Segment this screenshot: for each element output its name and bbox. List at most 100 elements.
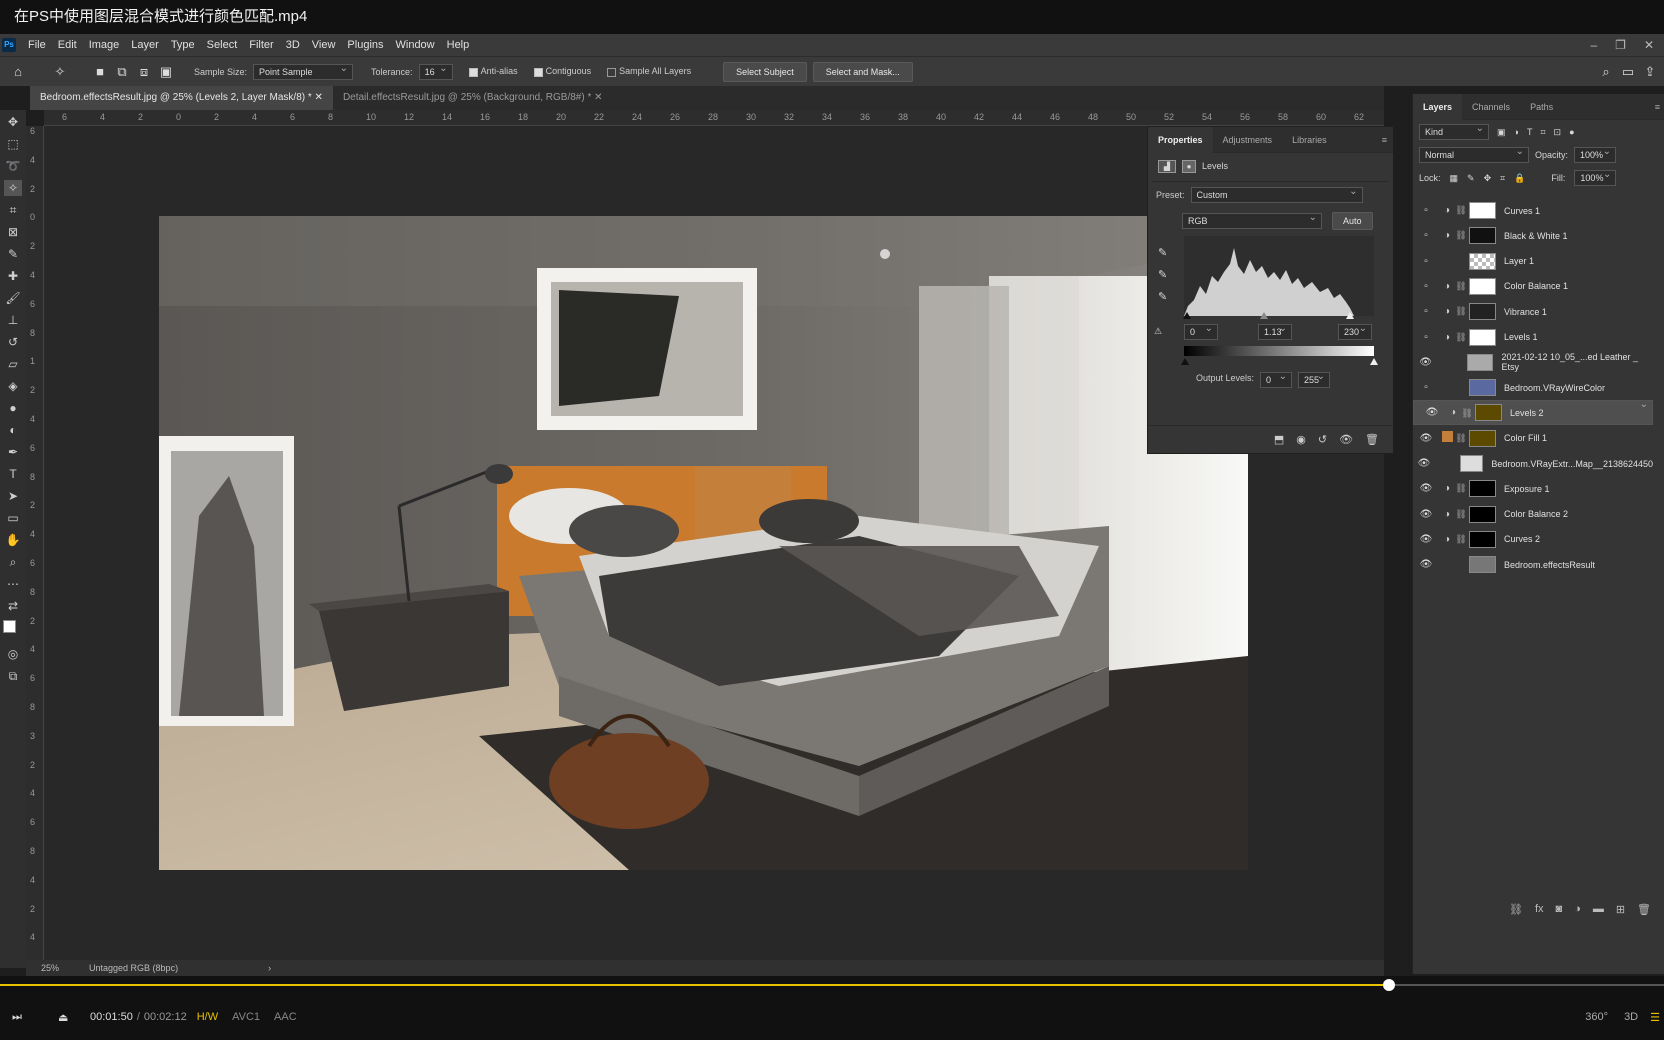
tab-adjustments[interactable]: Adjustments bbox=[1213, 127, 1283, 153]
share-icon[interactable]: ⇪ bbox=[1642, 64, 1658, 80]
mask-link-icon[interactable]: ⛓ bbox=[1455, 534, 1467, 545]
menu-type[interactable]: Type bbox=[165, 39, 201, 51]
layer-row[interactable]: ▫ ◑ ⛓ Levels 1 bbox=[1413, 325, 1653, 350]
seek-progress[interactable] bbox=[0, 984, 1390, 986]
foreground-color[interactable] bbox=[3, 620, 16, 633]
filter-smart-icon[interactable]: ⊡ bbox=[1554, 127, 1562, 138]
new-group-icon[interactable]: ▬ bbox=[1593, 903, 1604, 915]
output-black-field[interactable]: 0 bbox=[1260, 370, 1292, 388]
layer-row[interactable]: 👁 Bedroom.effectsResult bbox=[1413, 552, 1653, 577]
layers-menu-icon[interactable]: ≡ bbox=[1655, 102, 1660, 112]
marquee-tool-icon[interactable]: ⬚ bbox=[4, 136, 22, 152]
output-white-slider[interactable] bbox=[1370, 358, 1378, 365]
chevron-right-icon[interactable]: › bbox=[268, 963, 271, 973]
layer-row[interactable]: 👁 Bedroom.VRayExtr...Map__2138624450 bbox=[1413, 451, 1653, 476]
new-selection-icon[interactable]: ■ bbox=[92, 64, 108, 80]
play-next-icon[interactable]: ⏭ bbox=[12, 1011, 32, 1024]
auto-button[interactable]: Auto bbox=[1332, 212, 1373, 230]
minimize-icon[interactable]: – bbox=[1590, 38, 1597, 52]
layer-row[interactable]: 👁 ⛓ Color Fill 1 bbox=[1413, 426, 1653, 451]
paint-bucket-icon[interactable]: ◈ bbox=[4, 378, 22, 394]
link-layers-icon[interactable]: ⛓ bbox=[1509, 903, 1523, 916]
layer-row[interactable]: 👁 2021-02-12 10_05_...ed Leather _ Etsy bbox=[1413, 350, 1653, 375]
delete-icon[interactable]: 🗑 bbox=[1365, 433, 1379, 446]
layer-name[interactable]: Bedroom.VRayWireColor bbox=[1504, 383, 1605, 393]
lasso-tool-icon[interactable]: ➰ bbox=[4, 158, 22, 174]
filter-type-icon[interactable]: T bbox=[1527, 127, 1533, 137]
eye-hidden-icon[interactable]: ▫ bbox=[1413, 306, 1439, 317]
layer-name[interactable]: Bedroom.VRayExtr...Map__2138624450 bbox=[1491, 459, 1653, 469]
document-image[interactable] bbox=[159, 216, 1248, 870]
eye-icon[interactable]: 👁 bbox=[1413, 509, 1439, 520]
menu-help[interactable]: Help bbox=[441, 39, 476, 51]
mask-link-icon[interactable]: ⛓ bbox=[1455, 205, 1467, 216]
reset-icon[interactable]: ↺ bbox=[1318, 433, 1327, 446]
eraser-icon[interactable]: ▱ bbox=[4, 356, 22, 372]
eye-icon[interactable]: 👁 bbox=[1413, 534, 1439, 545]
color-swatches[interactable] bbox=[3, 620, 23, 640]
lock-artboard-icon[interactable]: ⌗ bbox=[1500, 173, 1505, 184]
history-brush-icon[interactable]: ↺ bbox=[4, 334, 22, 350]
input-white-slider[interactable] bbox=[1346, 312, 1354, 319]
brush-tool-icon[interactable]: 🖌 bbox=[4, 290, 22, 306]
add-mask-icon[interactable]: ◙ bbox=[1556, 903, 1563, 915]
lock-all-icon[interactable]: 🔒 bbox=[1514, 173, 1525, 184]
sample-all-layers-checkbox[interactable]: Sample All Layers bbox=[607, 66, 691, 77]
restore-icon[interactable]: ❐ bbox=[1615, 38, 1626, 52]
eye-hidden-icon[interactable]: ▫ bbox=[1413, 230, 1439, 241]
clip-to-layer-icon[interactable]: ⬒ bbox=[1274, 433, 1284, 446]
layer-name[interactable]: Curves 2 bbox=[1504, 534, 1540, 544]
visibility-icon[interactable]: 👁 bbox=[1339, 433, 1353, 446]
select-and-mask-button[interactable]: Select and Mask... bbox=[812, 61, 913, 82]
layer-row[interactable]: ▫ ◑ ⛓ Color Balance 1 bbox=[1413, 274, 1653, 299]
menu-plugins[interactable]: Plugins bbox=[341, 39, 389, 51]
tab-channels[interactable]: Channels bbox=[1462, 94, 1520, 120]
mask-link-icon[interactable]: ⛓ bbox=[1455, 306, 1467, 317]
contiguous-checkbox[interactable]: Contiguous bbox=[533, 66, 591, 77]
eye-icon[interactable]: 👁 bbox=[1413, 433, 1439, 444]
mask-link-icon[interactable]: ⛓ bbox=[1455, 230, 1467, 241]
channel-select[interactable]: RGB bbox=[1182, 211, 1322, 229]
pen-tool-icon[interactable]: ✒ bbox=[4, 444, 22, 460]
eye-hidden-icon[interactable]: ▫ bbox=[1413, 332, 1439, 343]
tab-libraries[interactable]: Libraries bbox=[1282, 127, 1337, 153]
type-tool-icon[interactable]: T bbox=[4, 466, 22, 482]
layer-row[interactable]: 👁 ◑ ⛓ Curves 2 bbox=[1413, 527, 1653, 552]
close-tab-icon[interactable]: ✕ bbox=[315, 92, 323, 103]
seek-track[interactable] bbox=[1389, 984, 1664, 986]
mask-link-icon[interactable]: ⛓ bbox=[1455, 281, 1467, 292]
layer-row[interactable]: 👁 ◑ ⛓ Color Balance 2 bbox=[1413, 502, 1653, 527]
filter-pixel-icon[interactable]: ▣ bbox=[1497, 127, 1506, 138]
mask-link-icon[interactable]: ⛓ bbox=[1455, 332, 1467, 343]
input-gamma-field[interactable]: 1.13 bbox=[1258, 322, 1292, 340]
eye-icon[interactable]: 👁 bbox=[1419, 406, 1445, 420]
eye-hidden-icon[interactable]: ▫ bbox=[1413, 281, 1439, 292]
tab-layers[interactable]: Layers bbox=[1413, 93, 1463, 120]
blend-mode-select[interactable]: Normal bbox=[1419, 145, 1529, 163]
menu-window[interactable]: Window bbox=[390, 39, 441, 51]
layer-name[interactable]: Levels 2 bbox=[1510, 406, 1544, 420]
layer-name[interactable]: Vibrance 1 bbox=[1504, 307, 1547, 317]
layer-row[interactable]: 👁 ◑ ⛓ Exposure 1 bbox=[1413, 476, 1653, 501]
layer-name[interactable]: Curves 1 bbox=[1504, 206, 1540, 216]
lock-position-icon[interactable]: ✥ bbox=[1484, 173, 1492, 184]
layer-name[interactable]: Layer 1 bbox=[1504, 256, 1534, 266]
panel-menu-icon[interactable]: ≡ bbox=[1382, 135, 1387, 145]
layer-thumbnail[interactable] bbox=[1460, 455, 1484, 472]
layer-name[interactable]: Levels 1 bbox=[1504, 332, 1538, 342]
menu-layer[interactable]: Layer bbox=[125, 39, 165, 51]
hand-tool-icon[interactable]: ✋ bbox=[4, 532, 22, 548]
3d-button[interactable]: 3D bbox=[1624, 1011, 1638, 1023]
layer-thumbnail[interactable] bbox=[1469, 303, 1496, 321]
rectangle-tool-icon[interactable]: ▭ bbox=[4, 510, 22, 526]
layer-thumbnail[interactable] bbox=[1469, 328, 1496, 346]
layer-row[interactable]: 👁 ◑ ⛓ Levels 2 bbox=[1413, 398, 1653, 426]
layer-row[interactable]: ▫ ◑ ⛓ Vibrance 1 bbox=[1413, 299, 1653, 324]
lock-image-icon[interactable]: ✎ bbox=[1467, 173, 1475, 184]
tab-detail[interactable]: Detail.effectsResult.jpg @ 25% (Backgrou… bbox=[333, 86, 613, 110]
eye-icon[interactable]: 👁 bbox=[1413, 559, 1439, 570]
menu-edit[interactable]: Edit bbox=[52, 39, 83, 51]
zoom-tool-icon[interactable]: ⌕ bbox=[4, 554, 22, 570]
layer-name[interactable]: Color Balance 2 bbox=[1504, 509, 1568, 519]
vr-360-button[interactable]: 360° bbox=[1585, 1011, 1608, 1023]
